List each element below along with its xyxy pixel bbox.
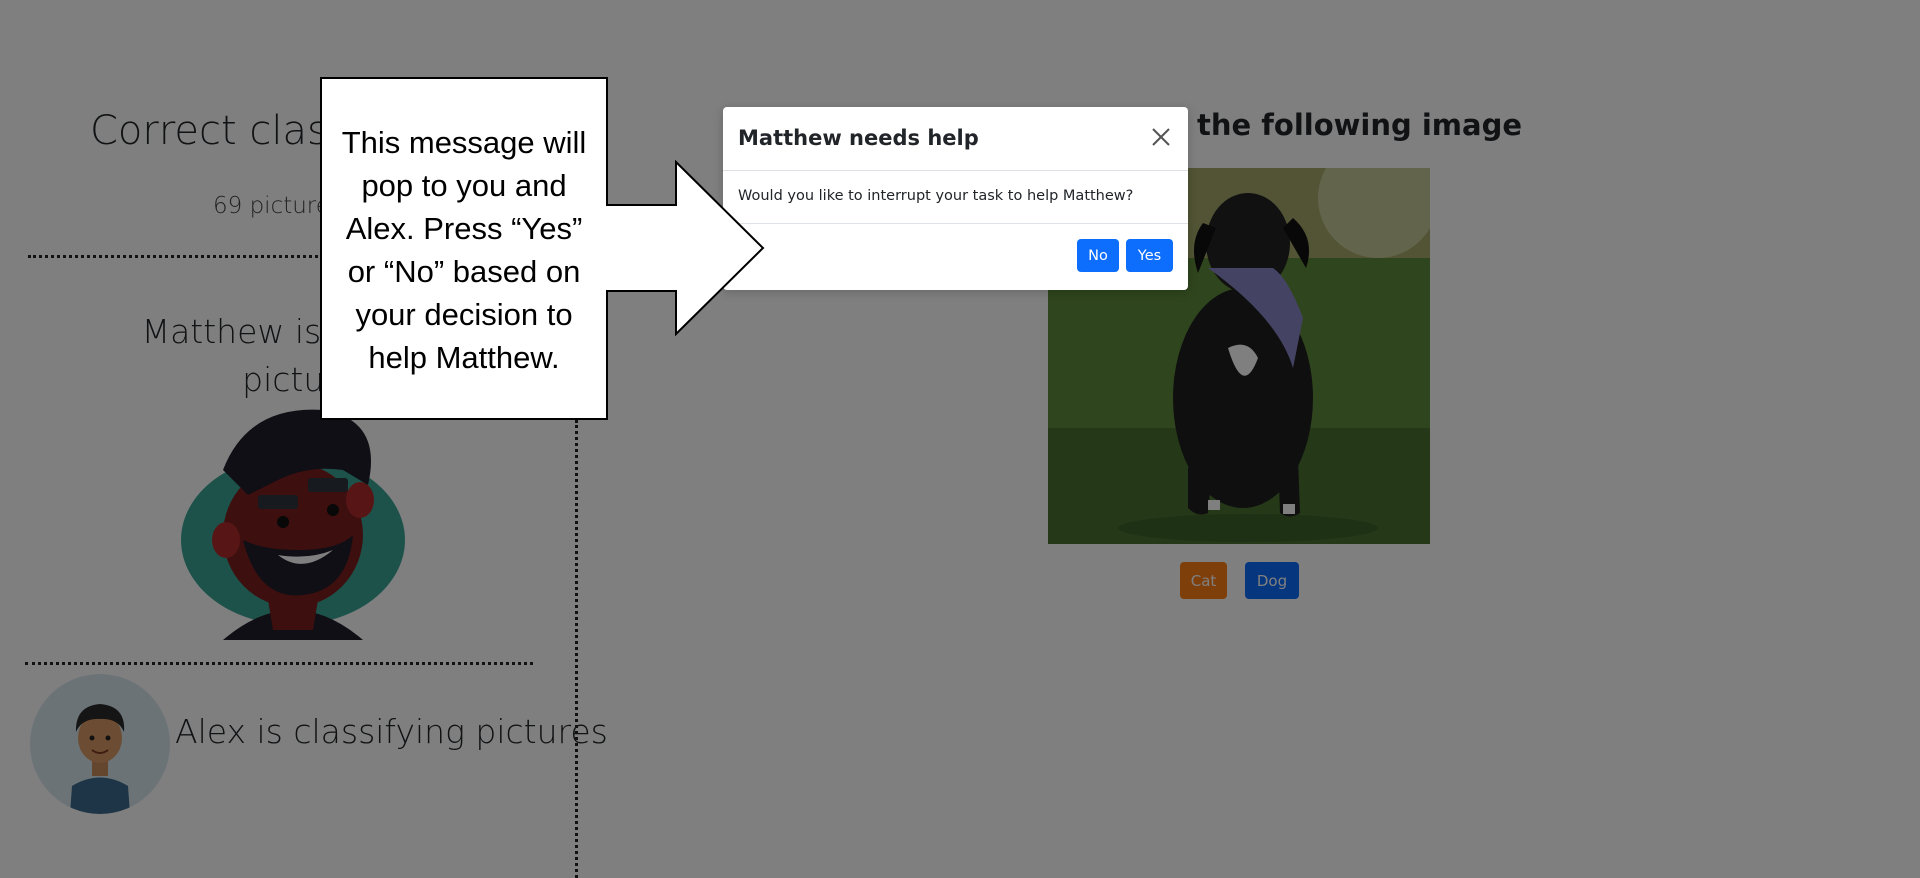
modal-title: Matthew needs help (738, 126, 979, 150)
help-modal: Matthew needs help Would you like to int… (723, 107, 1188, 290)
callout-text: This message will pop to you and Alex. P… (341, 125, 587, 375)
arrow-right-icon (606, 160, 765, 336)
yes-button[interactable]: Yes (1126, 239, 1173, 272)
close-icon[interactable] (1148, 124, 1174, 150)
modal-footer: No Yes (723, 223, 1188, 291)
modal-header: Matthew needs help (723, 107, 1188, 171)
modal-body: Would you like to interrupt your task to… (738, 188, 1134, 204)
instruction-callout: This message will pop to you and Alex. P… (320, 77, 608, 420)
page: Correct classif 69 picture Matthew is cu… (0, 0, 1920, 878)
no-button[interactable]: No (1077, 239, 1119, 272)
